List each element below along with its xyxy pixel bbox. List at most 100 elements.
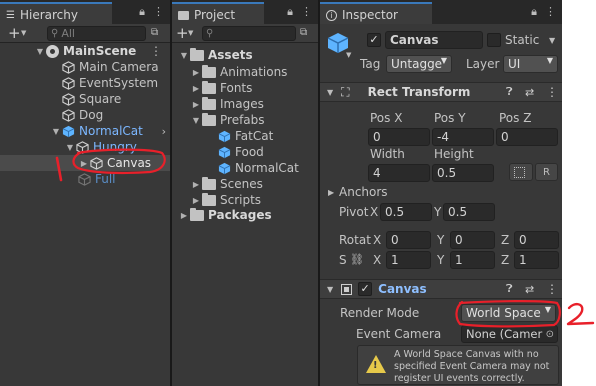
layer-dropdown[interactable]: UI ▼ [503,55,558,73]
hierarchy-item-canvas[interactable]: ▶ Canvas [0,155,170,171]
width-field[interactable]: 4 [368,164,430,182]
pos-x-field[interactable]: 0 [368,128,430,146]
expand-arrow-icon[interactable]: ▶ [178,211,190,220]
preset-icon[interactable]: ⇄ [525,283,534,296]
create-plus-icon[interactable]: + [8,24,21,42]
project-item-packages[interactable]: ▶ Packages [172,207,318,223]
rot-y-field[interactable]: 0 [450,231,495,249]
more-options-icon[interactable]: ⋮ [153,5,164,19]
expand-arrow-icon[interactable]: ▶ [190,180,202,189]
anchors-label[interactable]: Anchors [339,185,388,199]
expand-arrow-icon[interactable]: ▼ [50,127,62,136]
folder-icon [202,64,216,78]
expand-arrow-icon[interactable]: ▶ [190,68,202,77]
search-icon: ⚲ [206,28,214,39]
search-filter-icon[interactable]: ⧉ [300,27,307,38]
expand-arrow-icon[interactable]: ▶ [190,84,202,93]
rect-transform-header[interactable]: ▼ ⛶ Rect Transform ❓︎ ⇄ ⋮ [320,82,562,102]
anchors-expand-icon[interactable]: ▶ [328,188,334,197]
tab-inspector[interactable]: i Inspector [320,2,432,24]
project-item-animations[interactable]: ▶ Animations [172,64,318,80]
project-item-food[interactable]: Food [172,144,318,160]
pivot-x-value: 0.5 [385,205,405,219]
constrain-proportions-icon[interactable]: ⛓ [350,253,364,266]
canvas-enabled-checkbox[interactable]: ✓ [358,282,373,296]
pivot-x-field[interactable]: 0.5 [380,203,432,221]
height-field[interactable]: 0.5 [432,164,494,182]
open-prefab-arrow-icon[interactable]: › [162,125,166,138]
component-menu-icon[interactable]: ⋮ [546,85,558,99]
expand-arrow-icon[interactable]: ▼ [34,47,46,56]
lock-icon[interactable]: 🔒︎ [287,5,293,19]
project-item-scenes[interactable]: ▶ Scenes [172,176,318,192]
project-item-scripts[interactable]: ▶ Scripts [172,192,318,208]
render-mode-dropdown[interactable]: World Space ▼ [461,304,556,322]
project-item-images[interactable]: ▶ Images [172,96,318,112]
create-dropdown-icon[interactable]: ▼ [21,29,26,37]
hierarchy-search-input[interactable]: ⚲ All [47,26,146,41]
pivot-y-label: Y [434,205,442,219]
search-filter-icon[interactable]: ⧉ [151,27,158,38]
project-item-fatcat[interactable]: FatCat [172,128,318,144]
create-dropdown-icon[interactable]: ▼ [188,29,193,37]
expand-arrow-icon[interactable]: ▶ [78,159,90,168]
more-options-icon[interactable]: ⋮ [301,5,312,19]
project-item-normalcat[interactable]: NormalCat [172,160,318,176]
help-icon[interactable]: ❓︎ [506,85,513,99]
lock-icon[interactable]: 🔒︎ [531,5,537,19]
pos-y-field[interactable]: -4 [432,128,494,146]
project-item-assets[interactable]: ▼ Assets [172,47,318,63]
tab-project[interactable]: Project [172,2,264,24]
expand-arrow-icon[interactable]: ▶ [190,100,202,109]
icon-dropdown-caret[interactable]: ▼ [346,51,351,59]
project-search-input[interactable]: ⚲ [202,26,296,41]
object-name-field[interactable]: Canvas [385,31,483,49]
pos-z-field[interactable]: 0 [496,128,558,146]
hierarchy-item-dog[interactable]: Dog [0,107,170,123]
collapse-arrow-icon[interactable]: ▼ [327,88,333,97]
raw-edit-button[interactable]: R [535,163,558,181]
create-plus-icon[interactable]: + [176,24,189,42]
tab-hierarchy[interactable]: ☰ Hierarchy [0,2,112,24]
hierarchy-item-full[interactable]: Full [0,171,170,187]
active-checkbox[interactable]: ✓ [367,33,381,47]
tag-dropdown[interactable]: Untagge ▼ [386,55,452,73]
chevron-down-icon: ▼ [546,56,553,65]
object-picker-icon[interactable]: ⊙ [546,329,554,340]
component-menu-icon[interactable]: ⋮ [546,282,558,296]
preset-icon[interactable]: ⇄ [525,86,534,99]
hierarchy-item-main-camera[interactable]: Main Camera [0,59,170,75]
hierarchy-item-normalcat[interactable]: ▼ NormalCat › [0,123,170,139]
project-item-fonts[interactable]: ▶ Fonts [172,80,318,96]
static-dropdown-caret[interactable]: ▼ [549,36,555,45]
static-checkbox[interactable] [487,33,501,47]
gameobject-cube-icon [78,172,91,186]
expand-arrow-icon[interactable]: ▶ [190,196,202,205]
project-item-prefabs[interactable]: ▼ Prefabs [172,112,318,128]
scale-y-field[interactable]: 1 [450,251,495,269]
project-panel: Project 🔒︎ ⋮ + ▼ ⚲ ⧉ ▼ Assets ▶ Animatio… [172,0,318,386]
help-icon[interactable]: ❓︎ [506,282,513,296]
collapse-arrow-icon[interactable]: ▼ [327,285,333,294]
canvas-component-header[interactable]: ▼ ✓ Canvas ❓︎ ⇄ ⋮ [320,279,562,299]
expand-arrow-icon[interactable]: ▼ [178,51,190,60]
scene-name: MainScene [63,44,137,58]
rot-z-field[interactable]: 0 [514,231,559,249]
event-camera-field[interactable]: None (Camer ⊙ [461,325,558,343]
rot-x-field[interactable]: 0 [386,231,431,249]
hierarchy-item-eventsystem[interactable]: EventSystem [0,75,170,91]
scale-z-value: 1 [519,253,527,267]
expand-arrow-icon[interactable]: ▼ [190,116,202,125]
hierarchy-item-hungry[interactable]: ▼ Hungry [0,139,170,155]
blueprint-mode-button[interactable] [509,163,533,181]
scale-z-field[interactable]: 1 [514,251,559,269]
scene-row[interactable]: ▼ MainScene ⋮ [0,43,170,59]
pivot-y-field[interactable]: 0.5 [443,203,495,221]
scale-x-field[interactable]: 1 [386,251,431,269]
info-icon: i [326,9,337,21]
lock-icon[interactable]: 🔒︎ [139,5,145,19]
expand-arrow-icon[interactable]: ▼ [64,143,76,152]
scene-menu-icon[interactable]: ⋮ [150,44,162,58]
more-options-icon[interactable]: ⋮ [545,5,556,19]
hierarchy-item-square[interactable]: Square [0,91,170,107]
